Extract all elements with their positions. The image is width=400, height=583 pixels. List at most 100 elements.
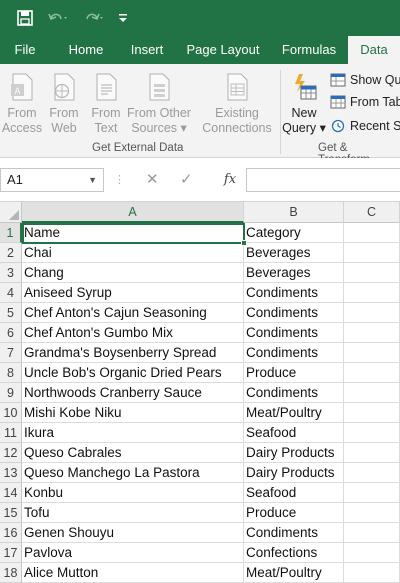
cell-empty[interactable] — [344, 283, 400, 303]
row-header[interactable]: 7 — [0, 343, 22, 363]
row-header[interactable]: 3 — [0, 263, 22, 283]
cell-name[interactable]: Name — [22, 223, 244, 243]
row-header[interactable]: 9 — [0, 383, 22, 403]
cell-empty[interactable] — [344, 423, 400, 443]
from-access-button[interactable]: A From Access — [0, 70, 44, 140]
cell-name[interactable]: Aniseed Syrup — [22, 283, 244, 303]
cell-name[interactable]: Mishi Kobe Niku — [22, 403, 244, 423]
cell-category[interactable]: Condiments — [244, 303, 344, 323]
row-header[interactable]: 10 — [0, 403, 22, 423]
row-header[interactable]: 6 — [0, 323, 22, 343]
show-queries-button[interactable]: Show Que — [330, 70, 400, 90]
cell-empty[interactable] — [344, 243, 400, 263]
row-header[interactable]: 8 — [0, 363, 22, 383]
cell-category[interactable]: Produce — [244, 503, 344, 523]
cell-category[interactable]: Condiments — [244, 283, 344, 303]
cell-empty[interactable] — [344, 563, 400, 583]
from-table-button[interactable]: From Tab — [330, 92, 400, 112]
cell-empty[interactable] — [344, 483, 400, 503]
row-header[interactable]: 11 — [0, 423, 22, 443]
cell-category[interactable]: Dairy Products — [244, 463, 344, 483]
cell-name[interactable]: Queso Manchego La Pastora — [22, 463, 244, 483]
cell-empty[interactable] — [344, 463, 400, 483]
cell-name[interactable]: Alice Mutton — [22, 563, 244, 583]
from-text-button[interactable]: From Text — [86, 70, 126, 140]
cell-name[interactable]: Grandma's Boysenberry Spread — [22, 343, 244, 363]
cell-name[interactable]: Pavlova — [22, 543, 244, 563]
cell-empty[interactable] — [344, 323, 400, 343]
column-header-a[interactable]: A — [22, 202, 244, 223]
undo-icon[interactable] — [44, 6, 72, 30]
tab-data[interactable]: Data — [348, 36, 400, 64]
cell-category[interactable]: Meat/Poultry — [244, 403, 344, 423]
tab-page-layout[interactable]: Page Layout — [182, 36, 264, 64]
cell-empty[interactable] — [344, 223, 400, 243]
cell-category[interactable]: Confections — [244, 543, 344, 563]
row-header[interactable]: 2 — [0, 243, 22, 263]
name-box[interactable]: A1 ▼ — [0, 168, 104, 192]
insert-function-button[interactable]: fx — [218, 168, 242, 192]
cell-name[interactable]: Konbu — [22, 483, 244, 503]
row-header[interactable]: 4 — [0, 283, 22, 303]
row-header[interactable]: 12 — [0, 443, 22, 463]
existing-connections-button[interactable]: Existing Connections — [198, 70, 276, 140]
cell-category[interactable]: Condiments — [244, 323, 344, 343]
save-icon[interactable] — [14, 6, 36, 30]
row-header[interactable]: 13 — [0, 463, 22, 483]
tab-file[interactable]: File — [0, 36, 50, 64]
column-header-b[interactable]: B — [244, 202, 344, 223]
row-header[interactable]: 15 — [0, 503, 22, 523]
row-header[interactable]: 5 — [0, 303, 22, 323]
column-header-c[interactable]: C — [344, 202, 400, 223]
cell-empty[interactable] — [344, 503, 400, 523]
chevron-down-icon[interactable]: ▼ — [88, 169, 97, 191]
row-header[interactable]: 1 — [0, 223, 22, 243]
cell-name[interactable]: Tofu — [22, 503, 244, 523]
cell-name[interactable]: Chai — [22, 243, 244, 263]
cell-empty[interactable] — [344, 443, 400, 463]
row-header[interactable]: 17 — [0, 543, 22, 563]
row-header[interactable]: 16 — [0, 523, 22, 543]
from-other-sources-button[interactable]: From Other Sources ▾ — [126, 70, 192, 140]
recent-sources-button[interactable]: Recent So — [330, 116, 400, 136]
select-all-button[interactable] — [0, 202, 22, 223]
cell-category[interactable]: Produce — [244, 363, 344, 383]
cell-empty[interactable] — [344, 403, 400, 423]
from-web-button[interactable]: From Web — [44, 70, 84, 140]
cancel-icon[interactable]: ✕ — [146, 168, 159, 192]
cell-empty[interactable] — [344, 543, 400, 563]
cell-category[interactable]: Beverages — [244, 243, 344, 263]
cell-name[interactable]: Ikura — [22, 423, 244, 443]
enter-icon[interactable]: ✓ — [180, 168, 193, 192]
cell-category[interactable]: Condiments — [244, 343, 344, 363]
cell-category[interactable]: Condiments — [244, 383, 344, 403]
cell-category[interactable]: Seafood — [244, 423, 344, 443]
cell-category[interactable]: Condiments — [244, 523, 344, 543]
cell-empty[interactable] — [344, 343, 400, 363]
customize-qat-icon[interactable] — [116, 6, 130, 30]
cell-empty[interactable] — [344, 383, 400, 403]
tab-insert[interactable]: Insert — [120, 36, 174, 64]
cell-empty[interactable] — [344, 523, 400, 543]
cell-category[interactable]: Seafood — [244, 483, 344, 503]
cell-name[interactable]: Uncle Bob's Organic Dried Pears — [22, 363, 244, 383]
cell-empty[interactable] — [344, 303, 400, 323]
new-query-button[interactable]: New Query ▾ — [282, 70, 326, 140]
tab-home[interactable]: Home — [58, 36, 114, 64]
row-header[interactable]: 18 — [0, 563, 22, 583]
cell-category[interactable]: Dairy Products — [244, 443, 344, 463]
cell-empty[interactable] — [344, 363, 400, 383]
cell-name[interactable]: Queso Cabrales — [22, 443, 244, 463]
cell-name[interactable]: Northwoods Cranberry Sauce — [22, 383, 244, 403]
cell-category[interactable]: Category — [244, 223, 344, 243]
tab-formulas[interactable]: Formulas — [274, 36, 344, 64]
cell-category[interactable]: Meat/Poultry — [244, 563, 344, 583]
formula-input[interactable] — [246, 168, 400, 192]
cell-name[interactable]: Genen Shouyu — [22, 523, 244, 543]
redo-icon[interactable] — [80, 6, 108, 30]
row-header[interactable]: 14 — [0, 483, 22, 503]
cell-name[interactable]: Chang — [22, 263, 244, 283]
cell-name[interactable]: Chef Anton's Cajun Seasoning — [22, 303, 244, 323]
cell-name[interactable]: Chef Anton's Gumbo Mix — [22, 323, 244, 343]
cell-category[interactable]: Beverages — [244, 263, 344, 283]
